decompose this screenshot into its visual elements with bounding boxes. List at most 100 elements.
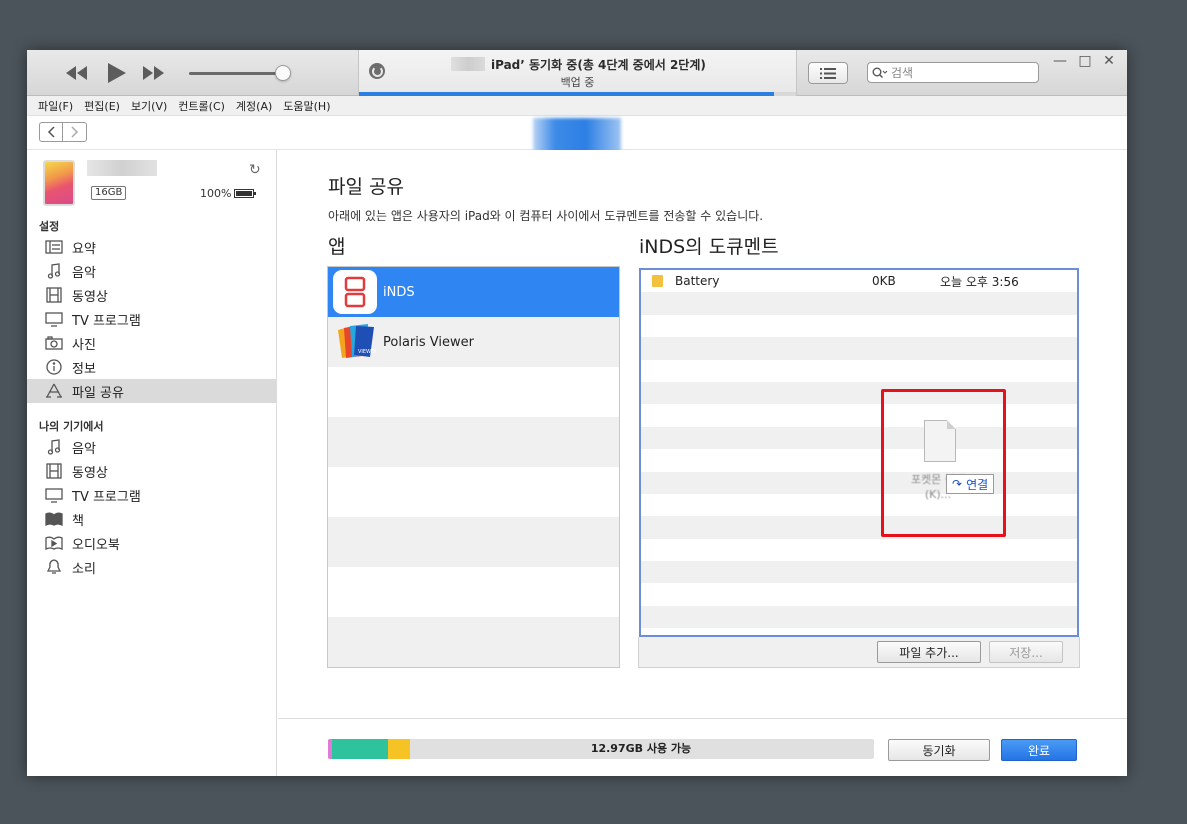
save-file-button[interactable]: 저장...: [989, 641, 1063, 663]
tv-icon: [44, 311, 64, 327]
navigation-bar: [27, 116, 1127, 156]
empty-row: [641, 561, 1077, 584]
fast-forward-button[interactable]: [140, 62, 166, 84]
forward-button[interactable]: [63, 122, 87, 142]
menu-help[interactable]: 도움말(H): [283, 98, 330, 114]
list-icon: [820, 67, 836, 79]
sidebar-item-label: 사진: [72, 337, 96, 353]
back-button[interactable]: [39, 122, 63, 142]
apps-header: 앱: [328, 236, 346, 258]
sidebar-item-label: 오디오북: [72, 537, 120, 553]
title-bar: iPad’ 동기화 중(총 4단계 중에서 2단계) 백업 중 — □ ✕: [27, 50, 1127, 96]
sidebar-item-info[interactable]: 정보: [27, 355, 276, 379]
volume-knob[interactable]: [275, 65, 291, 81]
itunes-window: iPad’ 동기화 중(총 4단계 중에서 2단계) 백업 중 — □ ✕ 파일…: [27, 50, 1127, 776]
empty-row: [641, 583, 1077, 605]
sync-button[interactable]: 동기화: [888, 739, 990, 761]
menu-bar: 파일(F) 편집(E) 보기(V) 컨트롤(C) 계정(A) 도움말(H): [27, 96, 1127, 116]
ipad-thumbnail: [43, 160, 75, 206]
refresh-icon[interactable]: ↻: [249, 162, 261, 178]
menu-edit[interactable]: 편집(E): [84, 98, 120, 114]
document-date: 오늘 오후 3:56: [940, 274, 1019, 289]
sidebar: ↻ 16GB 100% 설정 요약 음악 동영상 TV 프로그램 사진 정보 파…: [27, 150, 277, 776]
sidebar-item-photos[interactable]: 사진: [27, 331, 276, 355]
sidebar-item-music[interactable]: 음악: [27, 259, 276, 283]
empty-row: [328, 517, 619, 567]
app-row-inds[interactable]: iNDS: [328, 267, 619, 317]
audiobook-icon: [44, 535, 64, 551]
volume-slider[interactable]: [189, 72, 285, 75]
book-icon: [44, 511, 64, 527]
status-display: iPad’ 동기화 중(총 4단계 중에서 2단계) 백업 중: [358, 50, 797, 96]
empty-row: [641, 315, 1077, 337]
sidebar-item-device-tv[interactable]: TV 프로그램: [27, 483, 276, 507]
empty-row: [641, 292, 1077, 315]
sidebar-item-label: 동영상: [72, 465, 108, 481]
sidebar-item-device-movies[interactable]: 동영상: [27, 459, 276, 483]
app-name: iNDS: [383, 284, 415, 300]
sidebar-item-label: 파일 공유: [72, 385, 124, 401]
settings-list: 요약 음악 동영상 TV 프로그램 사진 정보 파일 공유: [27, 235, 276, 403]
maximize-button[interactable]: □: [1074, 52, 1096, 70]
menu-account[interactable]: 계정(A): [236, 98, 272, 114]
sync-status-title: iPad’ 동기화 중(총 4단계 중에서 2단계): [491, 58, 706, 72]
search-box[interactable]: [867, 62, 1039, 83]
film-icon: [44, 463, 64, 479]
drag-highlight-box: 포켓몬 블랙(K)... ↷ 연결: [881, 389, 1006, 537]
dragged-file-icon: [924, 420, 956, 462]
sync-status-subtitle: 백업 중: [560, 76, 595, 89]
chevron-left-icon: [47, 126, 55, 138]
music-icon: [44, 439, 64, 455]
empty-row: [328, 617, 619, 667]
empty-row: [641, 449, 1077, 471]
document-size: 0KB: [872, 274, 896, 289]
sidebar-item-movies[interactable]: 동영상: [27, 283, 276, 307]
menu-view[interactable]: 보기(V): [131, 98, 167, 114]
bell-icon: [44, 559, 64, 575]
app-row-polaris-viewer[interactable]: VIEWER Polaris Viewer: [328, 317, 619, 367]
empty-row: [328, 467, 619, 517]
empty-row: [641, 516, 1077, 539]
sidebar-item-label: 음악: [72, 441, 96, 457]
settings-section-title: 설정: [39, 220, 60, 233]
sidebar-item-device-books[interactable]: 책: [27, 507, 276, 531]
storage-usage-bar: 12.97GB 사용 가능: [328, 739, 874, 759]
music-icon: [44, 263, 64, 279]
documents-list[interactable]: Battery 0KB 오늘 오후 3:56: [639, 268, 1079, 637]
up-next-list-button[interactable]: [808, 62, 848, 84]
add-file-button[interactable]: 파일 추가...: [877, 641, 981, 663]
polaris-viewer-app-icon: VIEWER: [333, 320, 377, 364]
apps-list: iNDS VIEWER Polaris Viewer: [327, 266, 620, 668]
done-button[interactable]: 완료: [1001, 739, 1077, 761]
sidebar-item-summary[interactable]: 요약: [27, 235, 276, 259]
on-device-list: 음악 동영상 TV 프로그램 책 오디오북 소리: [27, 435, 276, 579]
summary-icon: [44, 239, 64, 255]
empty-row: [641, 471, 1077, 494]
search-input[interactable]: [891, 65, 1021, 80]
sidebar-item-device-audiobooks[interactable]: 오디오북: [27, 531, 276, 555]
close-button[interactable]: ✕: [1098, 52, 1120, 70]
sidebar-item-device-tones[interactable]: 소리: [27, 555, 276, 579]
minimize-button[interactable]: —: [1049, 52, 1071, 70]
capacity-badge: 16GB: [91, 186, 127, 200]
empty-row: [641, 494, 1077, 516]
page-description: 아래에 있는 앱은 사용자의 iPad와 이 컴퓨터 사이에서 도큐멘트를 전송…: [328, 209, 764, 223]
empty-row: [641, 539, 1077, 561]
sidebar-item-device-music[interactable]: 음악: [27, 435, 276, 459]
sidebar-item-label: 정보: [72, 361, 96, 377]
menu-controls[interactable]: 컨트롤(C): [178, 98, 225, 114]
rewind-button[interactable]: [64, 62, 90, 84]
sidebar-item-tv[interactable]: TV 프로그램: [27, 307, 276, 331]
empty-row: [641, 360, 1077, 382]
sidebar-item-file-sharing[interactable]: 파일 공유: [27, 379, 276, 403]
play-button[interactable]: [104, 62, 130, 84]
storage-free-label: 12.97GB 사용 가능: [590, 742, 692, 755]
document-row[interactable]: Battery 0KB 오늘 오후 3:56: [641, 270, 1077, 292]
sidebar-item-label: 동영상: [72, 289, 108, 305]
empty-row: [641, 426, 1077, 450]
battery-percent: 100%: [200, 187, 232, 200]
menu-file[interactable]: 파일(F): [38, 98, 73, 114]
inds-app-icon: [333, 270, 377, 314]
battery-icon: [234, 189, 256, 198]
empty-row: [328, 417, 619, 467]
